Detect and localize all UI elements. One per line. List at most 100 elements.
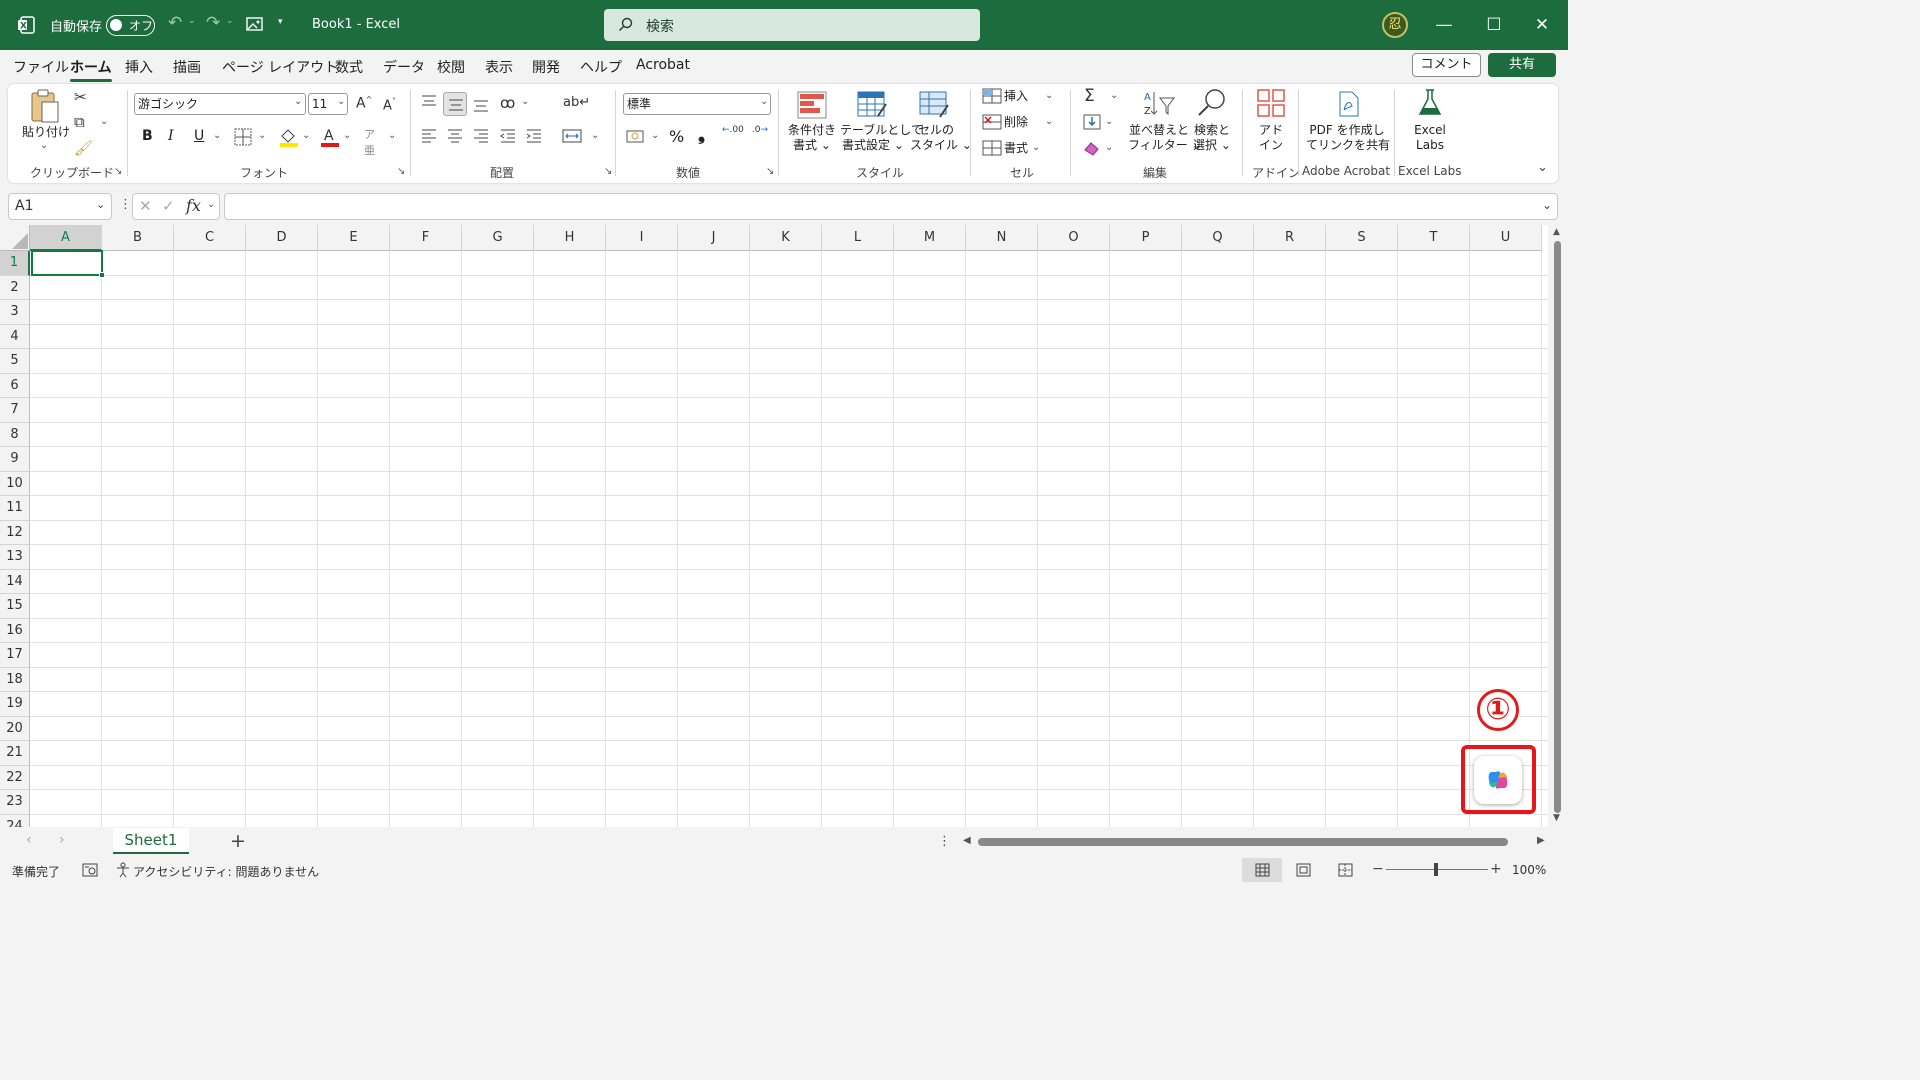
vertical-scrollbar[interactable]: ▲ ▼ (1548, 225, 1568, 827)
more-options-icon[interactable]: ⋮ (119, 197, 132, 212)
previous-sheet-icon[interactable]: ‹ (26, 832, 32, 848)
column-header-b[interactable]: B (102, 225, 174, 251)
tab-draw[interactable]: 描画 (173, 57, 201, 77)
row-header-6[interactable]: 6 (0, 373, 30, 398)
normal-view-button[interactable] (1242, 858, 1282, 882)
customize-qat-icon[interactable]: ▾ (278, 17, 283, 27)
scroll-left-icon[interactable]: ◀ (963, 835, 971, 846)
tab-review[interactable]: 校閲 (437, 57, 465, 77)
row-header-13[interactable]: 13 (0, 545, 30, 570)
accessibility-icon[interactable] (115, 862, 131, 878)
italic-button[interactable]: I (168, 128, 174, 144)
bold-button[interactable]: B (142, 128, 153, 144)
column-header-o[interactable]: O (1038, 225, 1110, 251)
next-sheet-icon[interactable]: › (59, 832, 65, 848)
fill-dropdown-icon[interactable]: ⌄ (1105, 116, 1113, 127)
tab-insert[interactable]: 挿入 (125, 57, 153, 77)
row-header-14[interactable]: 14 (0, 569, 30, 594)
excel-labs-button[interactable]: Excel Labs (1408, 123, 1452, 153)
phonetic-dropdown-icon[interactable]: ⌄ (388, 130, 396, 141)
sheet-options-icon[interactable]: ⋮ (938, 834, 951, 849)
decrease-indent-icon[interactable] (499, 128, 517, 144)
conditional-formatting-icon[interactable] (796, 90, 828, 120)
copy-dropdown-icon[interactable]: ⌄ (100, 116, 108, 127)
column-header-e[interactable]: E (318, 225, 390, 251)
column-header-n[interactable]: N (966, 225, 1038, 251)
create-pdf-button[interactable]: PDF を作成し てリンクを共有 (1306, 123, 1390, 153)
add-ins-icon[interactable] (1256, 88, 1286, 118)
comma-button[interactable]: ❟ (698, 124, 705, 145)
expand-formula-icon[interactable]: ⌄ (1542, 198, 1552, 212)
vertical-scroll-thumb[interactable] (1554, 241, 1561, 813)
column-header-j[interactable]: J (678, 225, 750, 251)
row-header-21[interactable]: 21 (0, 741, 30, 766)
row-header-3[interactable]: 3 (0, 300, 30, 325)
row-header-19[interactable]: 19 (0, 692, 30, 717)
tab-data[interactable]: データ (383, 57, 425, 77)
column-header-i[interactable]: I (606, 225, 678, 251)
accessibility-status[interactable]: アクセシビリティ: 問題ありません (133, 863, 319, 880)
align-bottom-icon[interactable] (472, 96, 490, 112)
tab-home[interactable]: ホーム (70, 57, 112, 82)
align-top-icon[interactable] (420, 94, 438, 110)
phonetic-icon[interactable]: ア亜 (364, 126, 375, 158)
row-header-11[interactable]: 11 (0, 496, 30, 521)
font-launcher-icon[interactable]: ↘ (397, 166, 405, 177)
row-header-20[interactable]: 20 (0, 716, 30, 741)
merge-center-icon[interactable] (562, 128, 582, 144)
merge-dropdown-icon[interactable]: ⌄ (591, 130, 599, 141)
comments-button[interactable]: コメント (1412, 53, 1481, 77)
increase-decimal-button[interactable]: ←.00 (722, 126, 744, 135)
clipboard-launcher-icon[interactable]: ↘ (114, 166, 122, 177)
macro-record-icon[interactable] (82, 863, 98, 877)
insert-cells-icon[interactable] (982, 88, 1002, 104)
share-button[interactable]: 共有 (1488, 53, 1556, 77)
font-color-icon[interactable]: A (320, 126, 340, 148)
number-format-select[interactable]: 標準 (623, 93, 771, 115)
maximize-button[interactable]: ☐ (1470, 0, 1518, 50)
column-header-k[interactable]: K (750, 225, 822, 251)
conditional-formatting-button[interactable]: 条件付き 書式 ⌄ (786, 123, 838, 153)
clear-icon[interactable] (1082, 140, 1102, 156)
row-header-8[interactable]: 8 (0, 422, 30, 447)
borders-dropdown-icon[interactable]: ⌄ (258, 130, 266, 141)
align-left-icon[interactable] (420, 128, 438, 144)
undo-dropdown-icon[interactable]: ⌄ (188, 16, 196, 26)
worksheet-grid[interactable]: ABCDEFGHIJKLMNOPQRSTU 1 2 3 4 5 6 7 8 9 10 11 12 13 1… (0, 225, 1548, 827)
decrease-decimal-button[interactable]: .0→ (750, 126, 770, 135)
page-break-view-icon[interactable] (1338, 863, 1353, 877)
row-header-12[interactable]: 12 (0, 520, 30, 545)
accounting-format-icon[interactable] (626, 128, 646, 144)
tab-developer[interactable]: 開発 (532, 57, 560, 77)
autosum-icon[interactable]: Σ (1084, 86, 1095, 106)
font-name-select[interactable]: 游ゴシック (134, 93, 306, 115)
tab-view[interactable]: 表示 (485, 57, 513, 77)
form-icon[interactable] (246, 16, 264, 32)
cell-styles-icon[interactable] (918, 90, 950, 120)
tab-file[interactable]: ファイル (13, 57, 69, 77)
tab-acrobat[interactable]: Acrobat (636, 57, 690, 73)
format-cells-label[interactable]: 書式 (1004, 141, 1028, 156)
formula-input[interactable] (224, 193, 1558, 220)
row-header-22[interactable]: 22 (0, 765, 30, 790)
paste-dropdown-icon[interactable]: ⌄ (40, 140, 48, 151)
format-cells-dropdown-icon[interactable]: ⌄ (1032, 142, 1040, 153)
column-header-a[interactable]: A (30, 225, 102, 251)
zoom-level[interactable]: 100% (1512, 863, 1546, 877)
row-header-7[interactable]: 7 (0, 398, 30, 423)
tab-page-layout[interactable]: ページ レイアウト (222, 57, 338, 77)
search-input[interactable]: 検索 (604, 9, 980, 41)
add-sheet-button[interactable]: + (230, 830, 246, 852)
row-header-4[interactable]: 4 (0, 324, 30, 349)
column-header-g[interactable]: G (462, 225, 534, 251)
row-header-16[interactable]: 16 (0, 618, 30, 643)
align-center-icon[interactable] (446, 128, 464, 144)
format-cells-icon[interactable] (982, 140, 1002, 156)
row-header-23[interactable]: 23 (0, 790, 30, 815)
orientation-dropdown-icon[interactable]: ⌄ (521, 96, 529, 107)
copy-icon[interactable]: ⧉ (74, 113, 85, 131)
select-all-button[interactable] (0, 225, 30, 251)
underline-dropdown-icon[interactable]: ⌄ (213, 130, 221, 141)
column-header-l[interactable]: L (822, 225, 894, 251)
zoom-slider-thumb[interactable] (1434, 863, 1438, 876)
